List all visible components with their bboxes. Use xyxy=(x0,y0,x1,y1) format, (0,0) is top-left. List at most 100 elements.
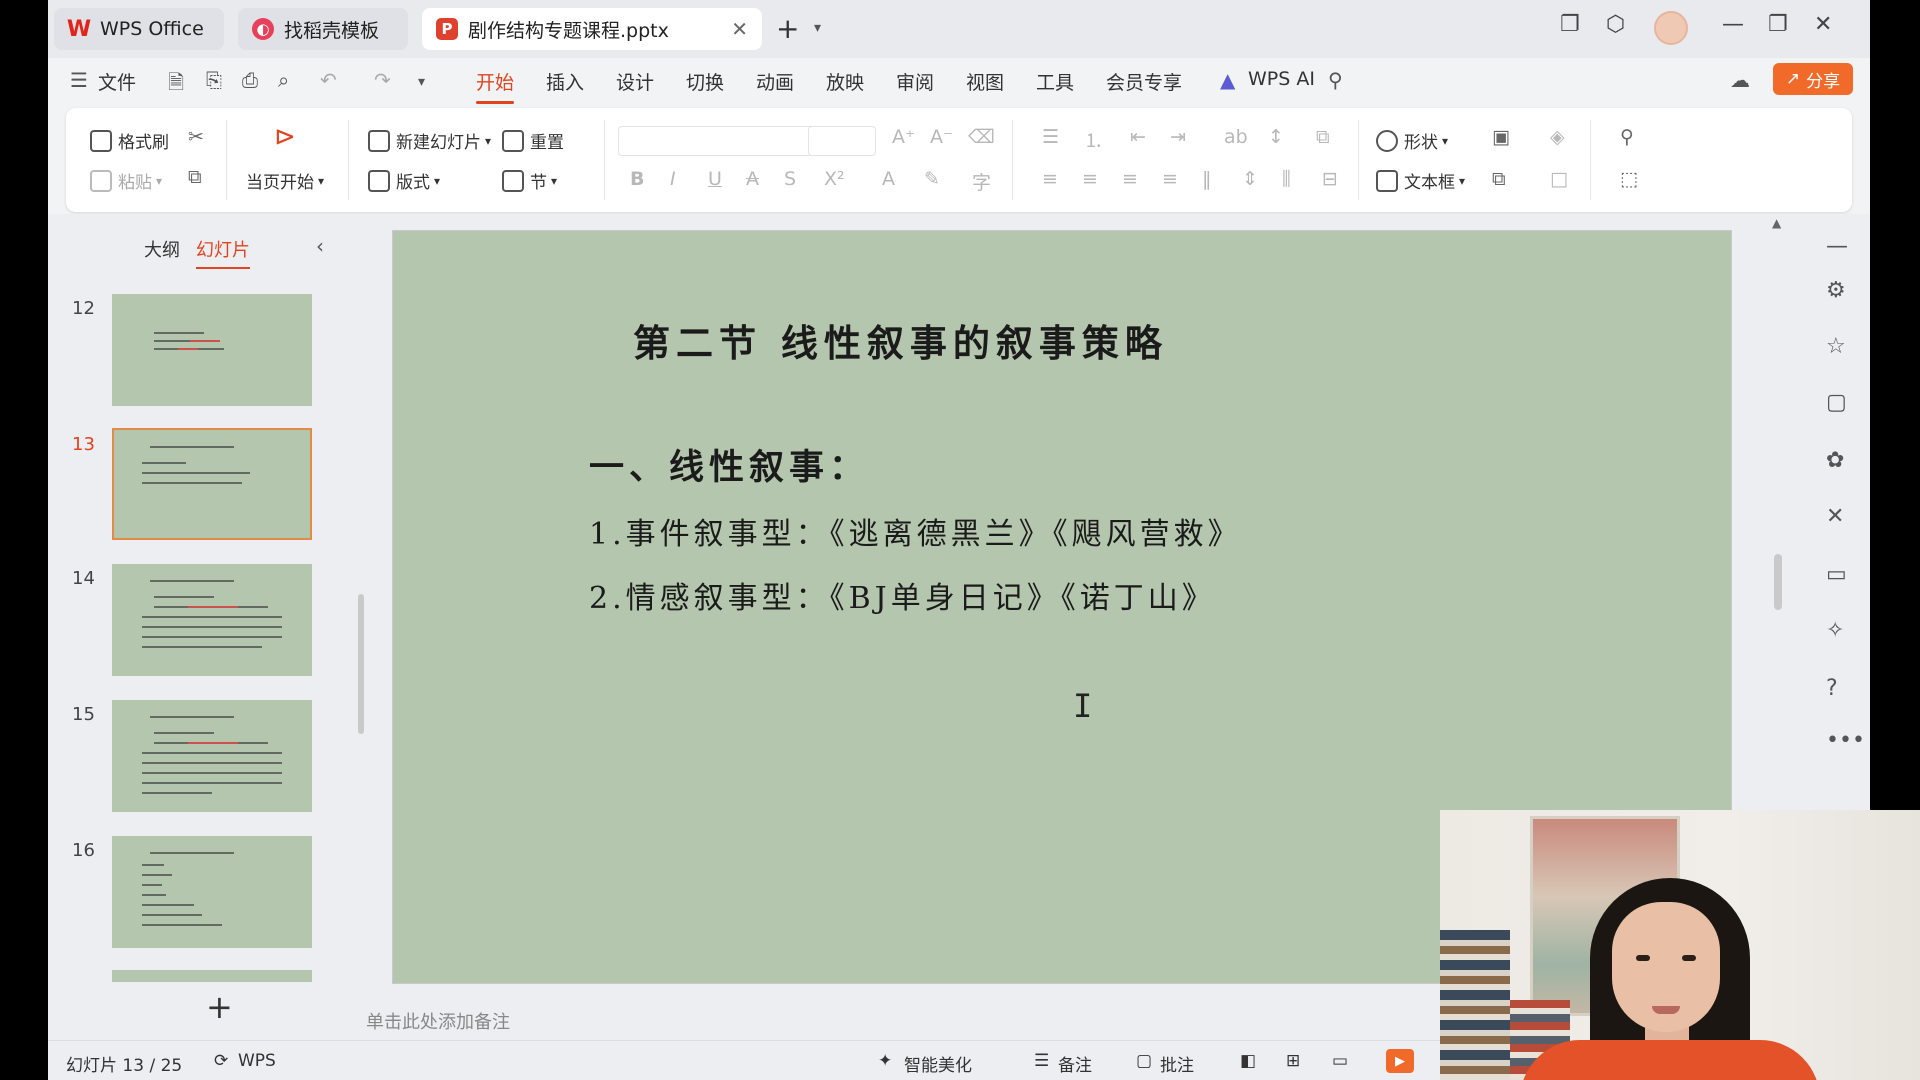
comments-icon[interactable]: ▢ xyxy=(1826,390,1847,415)
collapse-pane-icon[interactable]: ‹ xyxy=(316,234,324,258)
increase-indent-icon[interactable]: ⇥ xyxy=(1170,126,1186,148)
arrange-icon[interactable]: ⧉ xyxy=(1492,168,1506,190)
wps-brand[interactable]: WPS xyxy=(238,1051,276,1071)
animation-icon[interactable]: ✿ xyxy=(1826,448,1844,473)
slide-line-1[interactable]: 1.事件叙事型：《逃离德黑兰》《飓风营救》 xyxy=(589,509,1242,553)
window-layout-icon[interactable]: ❐ xyxy=(1560,12,1580,37)
menu-tab-design[interactable]: 设计 xyxy=(616,68,654,95)
new-tab-icon[interactable]: + xyxy=(776,12,799,45)
menu-wps-ai[interactable]: WPS AI xyxy=(1248,68,1315,90)
align-right-icon[interactable]: ≡ xyxy=(1122,168,1138,190)
italic-icon[interactable]: I xyxy=(670,168,676,190)
slide-thumbnail-13[interactable] xyxy=(112,428,312,540)
add-slide-button[interactable]: + xyxy=(206,988,233,1026)
share-button[interactable]: ↗ 分享 xyxy=(1773,63,1853,95)
chevron-down-icon[interactable]: ▾ xyxy=(814,20,821,36)
more-icon[interactable]: ••• xyxy=(1826,728,1865,753)
more-chevron-icon[interactable]: ▾ xyxy=(418,74,425,90)
export-icon[interactable]: ⎘ xyxy=(206,68,222,92)
reset-button[interactable]: 重置 xyxy=(502,128,564,153)
save-icon[interactable]: 🗎 xyxy=(168,68,184,102)
play-from-current-button[interactable]: 当页开始 ▾ xyxy=(246,168,324,193)
menu-tab-insert[interactable]: 插入 xyxy=(546,68,584,95)
paste-button[interactable]: 粘贴 ▾ xyxy=(90,168,162,193)
convert-smartart-icon[interactable]: ⧉ xyxy=(1316,126,1330,148)
close-tab-icon[interactable]: ✕ xyxy=(731,17,748,41)
cube-icon[interactable]: ⬡ xyxy=(1606,12,1625,37)
menu-tab-transitions[interactable]: 切换 xyxy=(686,68,724,95)
justify-icon[interactable]: ≡ xyxy=(1162,168,1178,190)
align-left-icon[interactable]: ≡ xyxy=(1042,168,1058,190)
textbox-button[interactable]: 文本框 ▾ xyxy=(1376,168,1465,193)
tab-outline[interactable]: 大纲 xyxy=(144,236,180,262)
print-icon[interactable]: ⎙ xyxy=(242,68,258,92)
slide-line-2[interactable]: 2.情感叙事型：《BJ单身日记》《诺丁山》 xyxy=(589,573,1216,617)
layout-button[interactable]: 版式 ▾ xyxy=(368,168,440,193)
thumbnail-scrollbar[interactable] xyxy=(358,594,364,734)
play-from-current-icon[interactable]: ⊳ xyxy=(274,122,296,152)
help-icon[interactable]: ? xyxy=(1826,676,1838,701)
minimize-icon[interactable]: — xyxy=(1722,12,1744,37)
menu-tab-review[interactable]: 审阅 xyxy=(896,68,934,95)
para-spacing-icon[interactable]: ⇕ xyxy=(1242,168,1258,190)
restore-icon[interactable]: ❐ xyxy=(1768,12,1788,37)
menu-tab-home[interactable]: 开始 xyxy=(476,68,515,104)
print-preview-icon[interactable]: ⌕ xyxy=(278,68,289,92)
normal-view-icon[interactable]: ◧ xyxy=(1240,1051,1256,1071)
avatar[interactable] xyxy=(1654,11,1688,45)
template-icon[interactable]: ✧ xyxy=(1826,618,1844,643)
new-slide-button[interactable]: 新建幻灯片 ▾ xyxy=(368,128,491,153)
format-painter-button[interactable]: 格式刷 xyxy=(90,128,169,153)
highlight-icon[interactable]: ✎ xyxy=(924,168,940,190)
copy-icon[interactable]: ⧉ xyxy=(188,166,202,188)
menu-tab-member[interactable]: 会员专享 xyxy=(1106,68,1182,95)
tools-icon[interactable]: ✕ xyxy=(1826,504,1844,529)
superscript-icon[interactable]: X² xyxy=(824,168,845,190)
notes-placeholder[interactable]: 单击此处添加备注 xyxy=(366,1008,510,1034)
tab-current-document[interactable]: P 剧作结构专题课程.pptx ✕ xyxy=(422,8,762,50)
slide-title[interactable]: 第二节 线性叙事的叙事策略 xyxy=(633,313,1168,367)
star-icon[interactable]: ☆ xyxy=(1826,334,1846,359)
slide-heading[interactable]: 一、线性叙事： xyxy=(589,439,869,490)
hamburger-menu-icon[interactable]: ☰ xyxy=(70,68,88,92)
menu-tab-view[interactable]: 视图 xyxy=(966,68,1004,95)
text-direction-icon[interactable]: ab xyxy=(1224,126,1248,148)
close-window-icon[interactable]: ✕ xyxy=(1814,12,1832,37)
picture-icon[interactable]: ▣ xyxy=(1492,126,1510,148)
font-color-icon[interactable]: A xyxy=(882,168,895,190)
font-size-select[interactable] xyxy=(808,126,876,156)
search-icon[interactable]: ⚲ xyxy=(1328,68,1343,92)
tab-slides[interactable]: 幻灯片 xyxy=(196,236,250,269)
select-icon[interactable]: ⬚ xyxy=(1620,168,1638,190)
decrease-indent-icon[interactable]: ⇤ xyxy=(1130,126,1146,148)
outline-icon[interactable]: □ xyxy=(1550,168,1568,190)
slide-scrollbar[interactable] xyxy=(1774,554,1782,610)
shadow-icon[interactable]: S xyxy=(784,168,796,190)
numbered-list-icon[interactable]: ⒈ xyxy=(1084,126,1103,153)
line-spacing-icon[interactable]: ↕ xyxy=(1268,126,1284,148)
sorter-view-icon[interactable]: ⊞ xyxy=(1286,1051,1300,1071)
redo-icon[interactable]: ↷ xyxy=(374,68,391,92)
slide-thumbnail-14[interactable] xyxy=(112,564,312,676)
play-slideshow-button[interactable]: ▶ xyxy=(1386,1049,1414,1073)
find-icon[interactable]: ⚲ xyxy=(1620,126,1634,148)
columns-icon[interactable]: ⫼ xyxy=(1282,168,1291,190)
fill-icon[interactable]: ◈ xyxy=(1550,126,1565,148)
slide-thumbnail-12[interactable] xyxy=(112,294,312,406)
strikethrough-icon[interactable]: A xyxy=(746,168,759,190)
menu-tab-slideshow[interactable]: 放映 xyxy=(826,68,864,95)
collapse-icon[interactable]: — xyxy=(1826,234,1848,259)
smart-beautify-button[interactable]: 智能美化 xyxy=(904,1051,972,1076)
bold-icon[interactable]: B xyxy=(630,168,644,190)
tab-wps-office[interactable]: W WPS Office xyxy=(54,8,224,50)
menu-file[interactable]: 文件 xyxy=(98,68,136,95)
menu-tab-animations[interactable]: 动画 xyxy=(756,68,794,95)
comment-button[interactable]: 批注 xyxy=(1160,1051,1194,1076)
tab-find-templates[interactable]: ◐ 找稻壳模板 xyxy=(238,8,408,50)
bullet-list-icon[interactable]: ☰ xyxy=(1042,126,1059,148)
undo-icon[interactable]: ↶ xyxy=(320,68,337,92)
align-center-icon[interactable]: ≡ xyxy=(1082,168,1098,190)
notes-button[interactable]: 备注 xyxy=(1058,1051,1092,1076)
book-icon[interactable]: ▭ xyxy=(1826,562,1847,587)
underline-icon[interactable]: U xyxy=(708,168,722,190)
